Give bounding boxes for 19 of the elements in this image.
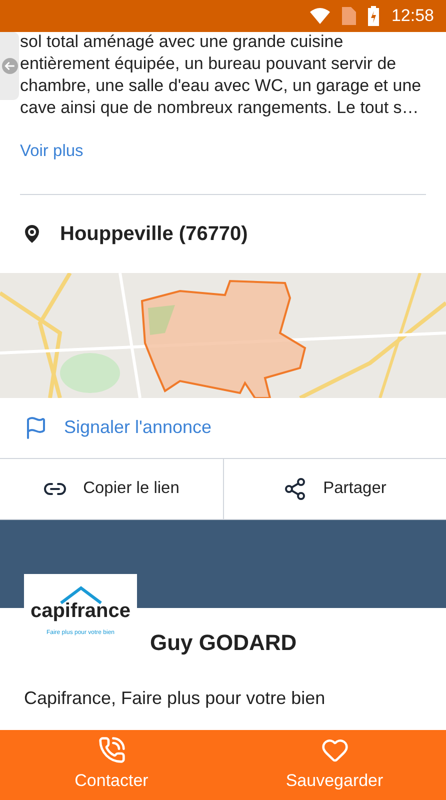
back-button[interactable]	[0, 32, 19, 100]
no-sim-icon	[342, 7, 356, 25]
flag-icon	[24, 416, 48, 440]
agency-description: Capifrance, Faire plus pour votre bien	[23, 686, 326, 710]
description-text: sol total aménagé avec une grande cuisine entièrement équipée, un bureau pouvant servir de chambre, une salle d'eau avec WC, un garage et une cave ainsi que de nombreux rangements. Le tout s…	[20, 31, 422, 119]
share-icon	[283, 476, 308, 501]
wifi-icon	[310, 8, 330, 24]
location-label: Houppeville (76770)	[60, 222, 248, 247]
phone-icon	[98, 736, 126, 764]
battery-charging-icon	[368, 6, 380, 26]
see-more-link[interactable]: Voir plus	[20, 139, 426, 164]
bottom-bar-button[interactable]: Sauvegarder	[223, 730, 446, 800]
bottom-bar-button[interactable]: Contacter	[0, 730, 223, 800]
logo-text: capifrance	[30, 600, 131, 621]
agent-name: Guy GODARD	[150, 630, 297, 655]
clock: 12:58	[391, 5, 434, 28]
action-button[interactable]: Copier le lien	[0, 458, 222, 519]
action-button[interactable]: Partager	[222, 458, 446, 519]
report-button[interactable]: Signaler l'annonce	[0, 398, 446, 458]
